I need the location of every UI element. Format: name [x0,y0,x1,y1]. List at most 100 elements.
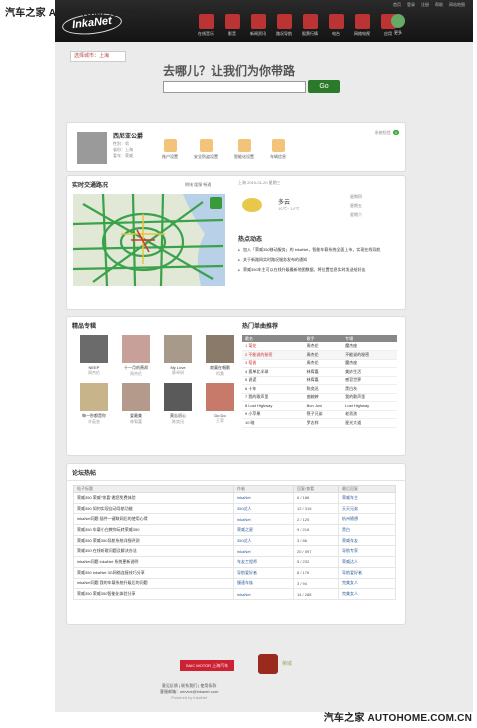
car-icon [271,139,285,152]
profile-actions: 账户设置 安全防盗设置 智能化设置 车辆信息 [162,139,286,160]
table-row[interactable]: inkaNet问题 我的车载系统升级后的问题 慢速车族 3 / 94 完美女人 [73,577,396,590]
album-item[interactable]: 爱最美 林宥嘉 [115,383,157,425]
album-item[interactable]: Do Do 王菲 [199,383,241,425]
weather-forecast: 星期四 星期五 星期六 [350,194,362,217]
bottom-watermark: 汽车之家 AUTOHOME.COM.CN [323,713,472,724]
news-item[interactable]: 关于新路网实时路况服务发布的通知 [238,257,402,263]
news-icon [250,14,266,29]
table-row[interactable]: 5 说谎 林宥嘉 感官世界 [242,376,397,385]
smart-settings-button[interactable]: 智能化设置 [234,139,254,160]
table-row[interactable]: inkaNet问题 inkaNet 系统更新说明 车友工程师 5 / 232 荣威达人 [73,556,396,568]
table-row[interactable]: 荣威350 荣威350导航系统详细评测 350达人 3 / 86 荣威车友 [73,534,396,547]
table-row[interactable]: 荣威350 inkaNet 3G网络连接技巧分享 导航爱好者 8 / 176 导航爱好… [73,566,396,579]
table-row[interactable]: 荣威350 车载小白教你玩转荣威350 荣威之星 9 / 218 黑白 [73,524,396,536]
go-button[interactable]: Go [308,80,340,93]
hot-news: 热点动态 加入「荣威350移动服务」的 inkaNet，智能车载系统全面上市，实… [238,234,402,277]
tv-icon [354,14,370,29]
profile-info: 性别：男 省份：上海 爱车：荣威 [113,141,133,158]
city-selector[interactable]: 选择城市：上海 [70,51,126,62]
system-messages[interactable]: 系统短信 0 [373,130,399,136]
ai-icon [237,139,251,152]
search-input[interactable] [163,81,306,93]
table-row[interactable]: 1 菊花 周杰伦 魔杰座 [242,342,397,351]
film-icon [224,14,240,29]
nav-item-stock[interactable]: 股票行情 [299,14,321,37]
top-links: 首页 登录 注册 帮助 网站地图 [393,2,465,8]
album-cover [164,335,192,363]
roewe-logo[interactable] [258,654,278,674]
nav-item-route[interactable]: 路况导航 [273,14,295,37]
route-icon [276,14,292,29]
security-settings-button[interactable]: 安全防盗设置 [194,139,218,160]
nav-more[interactable]: 更多 [387,14,409,36]
cloudy-icon [242,198,262,212]
top-watermark: 汽车之家 AUTOHOME.COM.CN [5,8,154,19]
album-item[interactable]: NEEP 周杰伦 [73,335,115,377]
saic-logo[interactable]: SAIC MOTOR 上海汽车 [180,660,234,671]
album-cover [206,383,234,411]
vehicle-info-button[interactable]: 车辆信息 [270,139,286,160]
music-panel: 精品专辑 NEEP 周杰伦 十一月的萧邦 周杰伦 My Love 蔡卓妍 寂寞在唱歌阿… [66,316,406,456]
account-settings-button[interactable]: 账户设置 [162,139,178,160]
avatar[interactable] [77,132,107,164]
table-row[interactable]: 荣威350 如何实现自动导航功能 350达人 12 / 315 天天兄弟 [73,502,396,515]
table-row[interactable]: 7 我的歌声里 曲婉婷 我的歌声里 [242,393,397,402]
nav-item-tv[interactable]: 网络电视 [351,14,373,37]
table-row[interactable]: 3 稻香 周杰伦 魔杰座 [242,359,397,368]
album-item[interactable]: 莫忘初心 陈奕迅 [157,383,199,425]
user-icon [163,139,177,152]
nav-item-radio[interactable]: 电台 [325,14,347,37]
table-row[interactable]: 2 不能说的秘密 周杰伦 不能说的秘密 [242,350,397,360]
message-count-badge: 0 [392,130,399,135]
table-row[interactable]: 荣威350 荣威"惊喜"邀您免费体验 inkaNet 6 / 188 荣威车主 [73,492,396,504]
footer-links: 意见反馈 | 联系我们 | 使用条款 客服邮箱：service@inkanet.… [160,683,219,700]
album-cover [122,335,150,363]
forum-title: 论坛热帖 [67,464,405,481]
table-row[interactable]: 荣威350 荣威350智能化体验分享 inkaNet 14 / 288 完美女人 [73,588,396,600]
album-item[interactable]: 十一月的萧邦 周杰伦 [115,335,157,377]
map-roads [73,194,225,286]
nav-item-news[interactable]: 新闻资讯 [247,14,269,37]
top-link-home[interactable]: 首页 [393,2,401,8]
table-row[interactable]: inkaNet问题 插件一键联网后的使用心得 inkaNet 2 / 125 杭州随想 [73,513,396,526]
hot-songs-table: 歌名 歌手 专辑 1 菊花 周杰伦 魔杰座 2 不能说的秘密 周杰伦 不能说的秘密 3 … [242,335,397,428]
album-item[interactable]: 每一秒都是你 许茹芸 [73,383,115,425]
album-cover [80,335,108,363]
map-zoom-icon[interactable] [210,197,222,209]
nav-item-video[interactable]: 影音 [221,14,243,37]
table-row[interactable]: 8 Lost Highway Bon Jovi Lost Highway [242,401,397,411]
hot-songs: 热门单曲推荐 歌名 歌手 专辑 1 菊花 周杰伦 魔杰座 2 不能说的秘密 周杰伦 不能… [242,317,402,428]
top-link-sitemap[interactable]: 网站地图 [449,2,465,8]
table-row[interactable]: 4 孤单北半球 林宥嘉 美妙生活 [242,367,397,377]
plus-icon [199,139,213,152]
top-link-login[interactable]: 登录 [407,2,415,8]
top-link-register[interactable]: 注册 [421,2,429,8]
page-slogan: 去哪儿？让我们为你带路 [163,64,296,78]
album-item[interactable]: My Love 蔡卓妍 [157,335,199,377]
traffic-map[interactable] [73,194,225,286]
profile-name: 西尼亚公爵 [113,134,144,140]
traffic-panel: 实时交通路况 拥堵 缓慢 畅通 上海 2010-01-20 星期三 多云 10℃~… [66,175,406,310]
top-link-help[interactable]: 帮助 [435,2,443,8]
music-icon [198,14,214,29]
table-row[interactable]: 荣威350 在线听歌问题及解决办法 inkaNet 20 / 597 导航专家 [73,545,396,558]
main-nav: 在线音乐 影音 新闻资讯 路况导航 股票行情 电台 网络电视 应用 [195,14,399,37]
album-cover [164,383,192,411]
table-row[interactable]: 9 小苹果 筷子兄弟 老男孩 [242,410,397,419]
news-item[interactable]: 荣威350车主可以在线升级最新地图数据、将位置信息实时发送给好友 [238,267,402,273]
album-cover [206,335,234,363]
radio-icon [328,14,344,29]
album-cover [122,383,150,411]
forum-panel: 论坛热帖 帖子标题 作者 回复/查看 最后回复 荣威350 荣威"惊喜"邀您免费… [66,463,406,625]
featured-title: 精品专辑 [72,324,97,330]
more-icon [391,14,405,28]
table-row[interactable]: 6 十年 陈奕迅 黑白灰 [242,384,397,394]
roewe-label: 荣威 [282,661,293,667]
album-item[interactable]: 寂寞在唱歌 阿桑 [199,335,241,377]
traffic-legend: 拥堵 缓慢 畅通 [185,182,212,187]
nav-item-music[interactable]: 在线音乐 [195,14,217,37]
news-item[interactable]: 加入「荣威350移动服务」的 inkaNet，智能车载系统全面上市，实现在线导航 [238,247,402,253]
profile-panel: 西尼亚公爵 性别：男 省份：上海 爱车：荣威 账户设置 安全防盗设置 智能化设置… [66,122,406,172]
table-row[interactable]: 10 暗罗志祥 星光大道 [242,418,397,428]
album-cover [80,383,108,411]
